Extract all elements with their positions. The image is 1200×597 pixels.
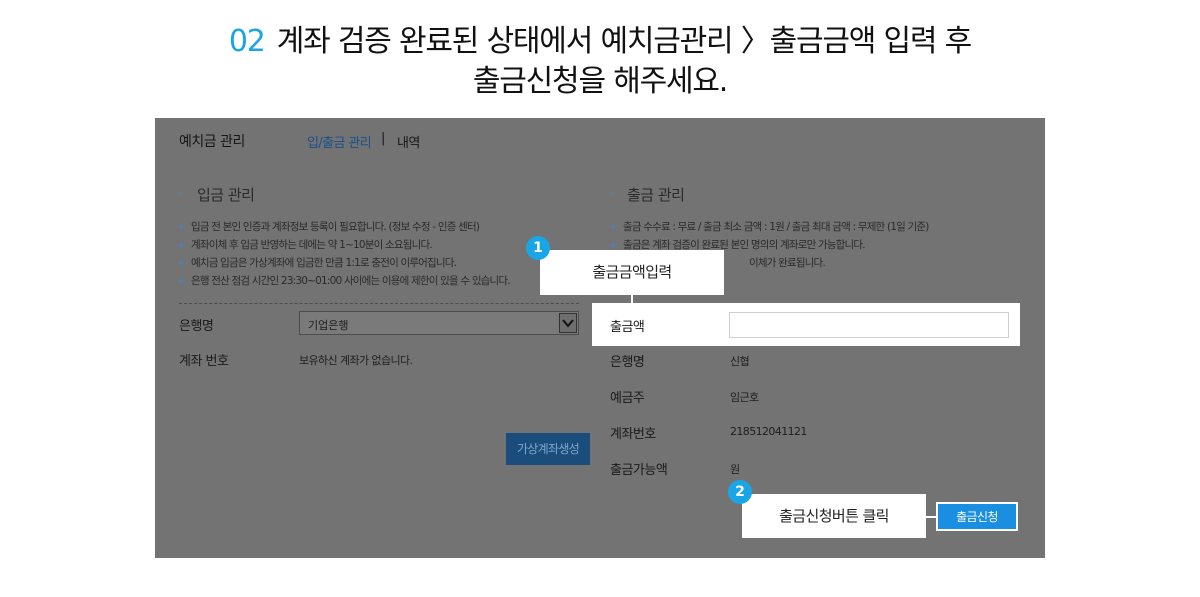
deposit-bank-label: 은행명 — [179, 319, 214, 334]
list-item: 예치금 입금은 가상계좌에 입금한 만큼 1:1로 충전이 이루어집니다. — [177, 254, 510, 272]
instruction-heading: 02 계좌 검증 완료된 상태에서 예치금관리 〉출금금액 입력 후 출금신청을 … — [0, 22, 1200, 102]
withdraw-section-title: 출금 관리 — [627, 186, 685, 204]
step-badge-2: 2 — [728, 480, 752, 504]
list-item: 입금 전 본인 인증과 계좌정보 등록이 필요합니다. (정보 수정 - 인증 … — [177, 218, 510, 236]
withdraw-bank-value: 신협 — [730, 355, 750, 368]
tab-separator: | — [381, 131, 386, 146]
withdraw-account-value: 218512041121 — [730, 425, 807, 438]
chevron-right-icon: › — [177, 184, 183, 202]
instruction-line-2: 출금신청을 해주세요. — [472, 64, 728, 99]
step-number: 02 — [228, 24, 266, 59]
bank-select[interactable]: 기업은행 — [299, 311, 579, 335]
divider — [179, 303, 579, 304]
list-item: 출금 수수료 : 무료 / 출금 최소 금액 : 1원 / 출금 최대 금액 :… — [609, 218, 929, 236]
available-label: 출금가능액 — [610, 463, 668, 478]
withdraw-submit-button[interactable]: 출금신청 — [936, 502, 1018, 531]
holder-value: 임근호 — [730, 391, 759, 404]
withdraw-bank-label: 은행명 — [610, 355, 645, 370]
deposit-notes: 입금 전 본인 인증과 계좌정보 등록이 필요합니다. (정보 수정 - 인증 … — [177, 218, 511, 290]
callout-connector — [631, 295, 633, 304]
withdraw-account-label: 계좌번호 — [610, 427, 656, 442]
list-item: 은행 전산 점검 시간인 23:30~01:00 사이에는 이용에 제한이 있을… — [177, 272, 511, 290]
callout-connector — [926, 516, 936, 518]
holder-label: 예금주 — [610, 391, 645, 406]
callout-click-submit: 출금신청버튼 클릭 — [742, 494, 926, 538]
page-title: 예치금 관리 — [179, 134, 245, 150]
step-badge-1: 1 — [526, 236, 550, 260]
deposit-account-value: 보유하신 계좌가 없습니다. — [299, 354, 413, 367]
screenshot-panel: 예치금 관리 입/출금 관리 | 내역 › 입금 관리 입금 전 본인 인증과 … — [155, 118, 1045, 558]
tab-history[interactable]: 내역 — [397, 132, 420, 151]
tab-deposit-withdraw[interactable]: 입/출금 관리 — [307, 132, 372, 151]
instruction-line-1: 02 계좌 검증 완료된 상태에서 예치금관리 〉출금금액 입력 후 — [0, 22, 1200, 62]
chevron-right-icon: › — [609, 184, 615, 202]
deposit-section-title: 입금 관리 — [197, 186, 255, 204]
instruction-text-1: 계좌 검증 완료된 상태에서 예치금관리 〉출금금액 입력 후 — [276, 24, 973, 59]
amount-label: 출금액 — [610, 320, 645, 335]
callout-enter-amount: 출금금액입력 — [540, 250, 724, 295]
list-item: 계좌이체 후 입금 반영하는 데에는 약 1~10분이 소요됩니다. — [177, 236, 510, 254]
bank-select-value: 기업은행 — [308, 319, 349, 332]
available-value: 원 — [730, 463, 740, 476]
chevron-down-icon[interactable] — [559, 313, 577, 333]
create-virtual-account-button[interactable]: 가상계좌생성 — [506, 433, 590, 465]
deposit-account-label: 계좌 번호 — [179, 354, 229, 369]
amount-input[interactable] — [729, 312, 1009, 338]
